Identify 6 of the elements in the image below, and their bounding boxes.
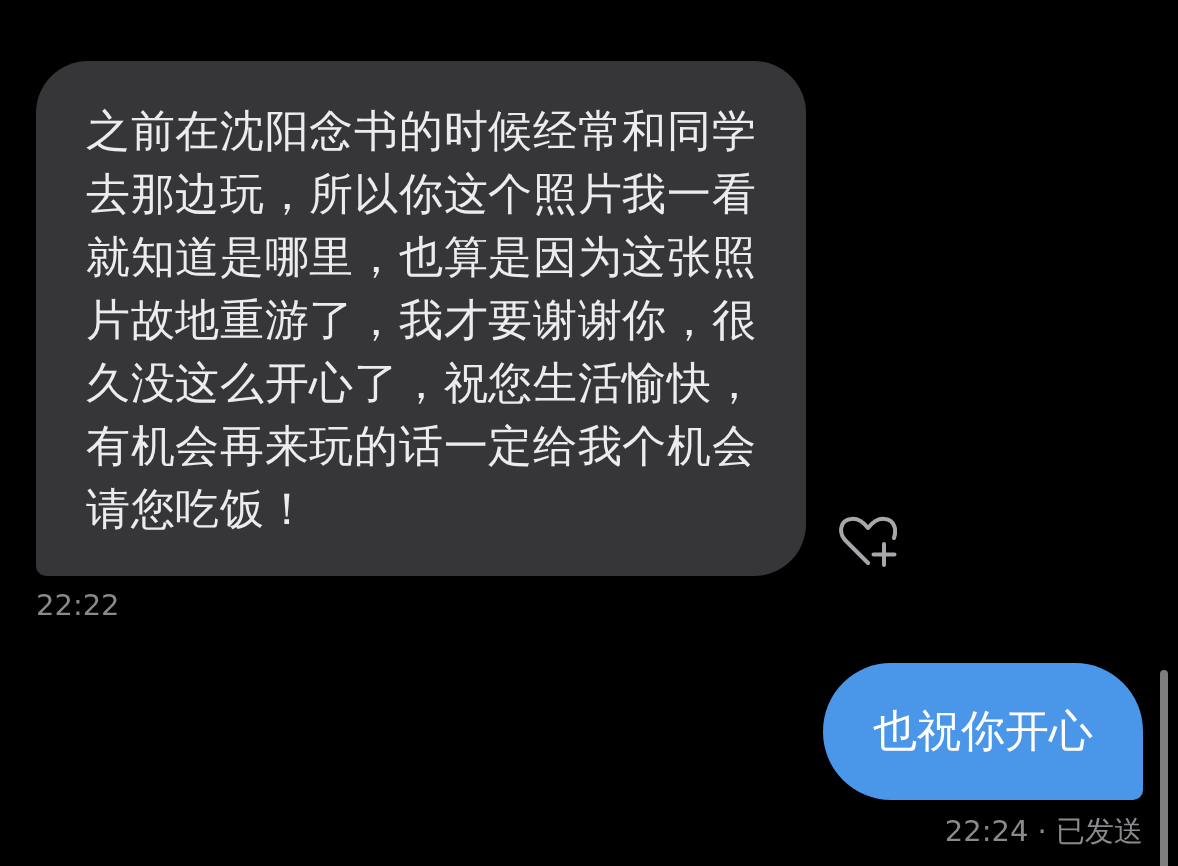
- message-text: 也祝你开心: [873, 704, 1093, 758]
- message-time-status: 22:24 · 已发送: [944, 813, 1143, 849]
- heart-plus-icon[interactable]: [837, 514, 897, 567]
- message-time: 22:22: [36, 587, 120, 623]
- message-text: 之前在沈阳念书的时候经常和同学去那边玩，所以你这个照片我一看就知道是哪里，也算是因为这张照片故地重游了，我才要谢谢你，很久没这么开心了，祝您生活愉快，有机会再来玩的话一定给我个机会请您吃饭！: [86, 104, 758, 536]
- scrollbar[interactable]: [1160, 670, 1168, 866]
